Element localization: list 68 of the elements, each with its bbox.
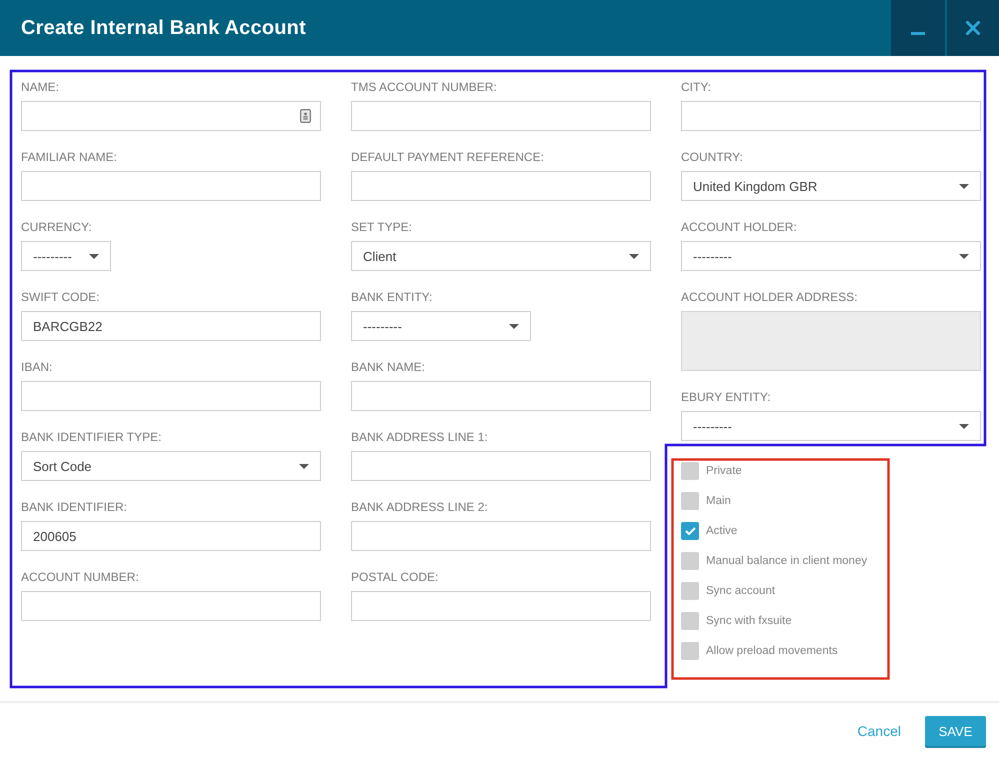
dropdown[interactable]: ---------	[681, 241, 981, 271]
field-label: CITY:	[681, 80, 712, 94]
text-field[interactable]	[681, 101, 981, 131]
contact-card-icon	[300, 109, 311, 123]
field-label: NAME:	[21, 80, 60, 94]
dropdown[interactable]: United Kingdom GBR	[681, 171, 981, 201]
field-label: BANK IDENTIFIER:	[21, 500, 128, 514]
text-field[interactable]	[351, 591, 651, 621]
field-label: POSTAL CODE:	[351, 570, 438, 584]
checkbox-label: Allow preload movements	[706, 645, 838, 657]
field-label: DEFAULT PAYMENT REFERENCE:	[351, 150, 544, 164]
field-label: CURRENCY:	[21, 220, 92, 234]
text-field[interactable]: BARCGB22	[21, 311, 321, 341]
checkbox-label: Main	[706, 495, 731, 507]
field-label: TMS ACCOUNT NUMBER:	[351, 80, 497, 94]
text-field[interactable]	[351, 451, 651, 481]
field-label: ACCOUNT NUMBER:	[21, 570, 139, 584]
field-label: BANK NAME:	[351, 360, 426, 374]
close-icon	[966, 21, 980, 35]
caret-icon	[959, 254, 969, 258]
window-title: Create Internal Bank Account	[20, 16, 307, 40]
checkbox[interactable]	[681, 522, 699, 540]
field-label: EBURY ENTITY:	[681, 390, 771, 404]
caret-icon	[959, 184, 969, 188]
field-label: SWIFT CODE:	[21, 290, 100, 304]
checkbox-label: Manual balance in client money	[706, 555, 868, 567]
field-label: BANK ENTITY:	[351, 290, 432, 304]
checkbox-label: Active	[706, 525, 738, 537]
text-field[interactable]	[351, 521, 651, 551]
dropdown[interactable]: ---------	[21, 241, 111, 271]
checkbox[interactable]	[681, 642, 699, 660]
caret-icon	[509, 324, 519, 328]
dropdown[interactable]: Sort Code	[21, 451, 321, 481]
caret-icon	[959, 424, 969, 428]
text-field[interactable]	[351, 101, 651, 131]
caret-icon	[89, 254, 99, 258]
field-label: ACCOUNT HOLDER ADDRESS:	[681, 290, 858, 304]
field-label: FAMILIAR NAME:	[21, 150, 118, 164]
field-label: BANK ADDRESS LINE 2:	[351, 500, 488, 514]
text-field[interactable]: 200605	[21, 521, 321, 551]
field-label: BANK IDENTIFIER TYPE:	[21, 430, 162, 444]
checkbox[interactable]	[681, 582, 699, 600]
text-field[interactable]	[21, 101, 321, 131]
dropdown[interactable]: Client	[351, 241, 651, 271]
caret-icon	[299, 464, 309, 468]
minimize-icon	[911, 32, 925, 34]
checkbox-label: Sync with fxsuite	[706, 615, 792, 627]
field-label: BANK ADDRESS LINE 1:	[351, 430, 488, 444]
checkbox[interactable]	[681, 552, 699, 570]
checkbox[interactable]	[681, 492, 699, 510]
field-label: IBAN:	[21, 360, 52, 374]
close-button[interactable]	[947, 0, 999, 56]
checkbox-label: Sync account	[706, 585, 776, 597]
field-label: COUNTRY:	[681, 150, 743, 164]
field-label: SET TYPE:	[351, 220, 412, 234]
checkmark-icon	[684, 527, 696, 535]
dropdown[interactable]: ---------	[681, 411, 981, 441]
field-label: ACCOUNT HOLDER:	[681, 220, 797, 234]
checkbox[interactable]	[681, 612, 699, 630]
dropdown[interactable]: ---------	[351, 311, 531, 341]
text-field[interactable]	[21, 381, 321, 411]
text-field[interactable]	[351, 381, 651, 411]
caret-icon	[629, 254, 639, 258]
checkbox-label: Private	[706, 465, 742, 477]
text-field[interactable]	[21, 591, 321, 621]
text-field[interactable]	[351, 171, 651, 201]
checkbox[interactable]	[681, 462, 699, 480]
text-field[interactable]	[21, 171, 321, 201]
